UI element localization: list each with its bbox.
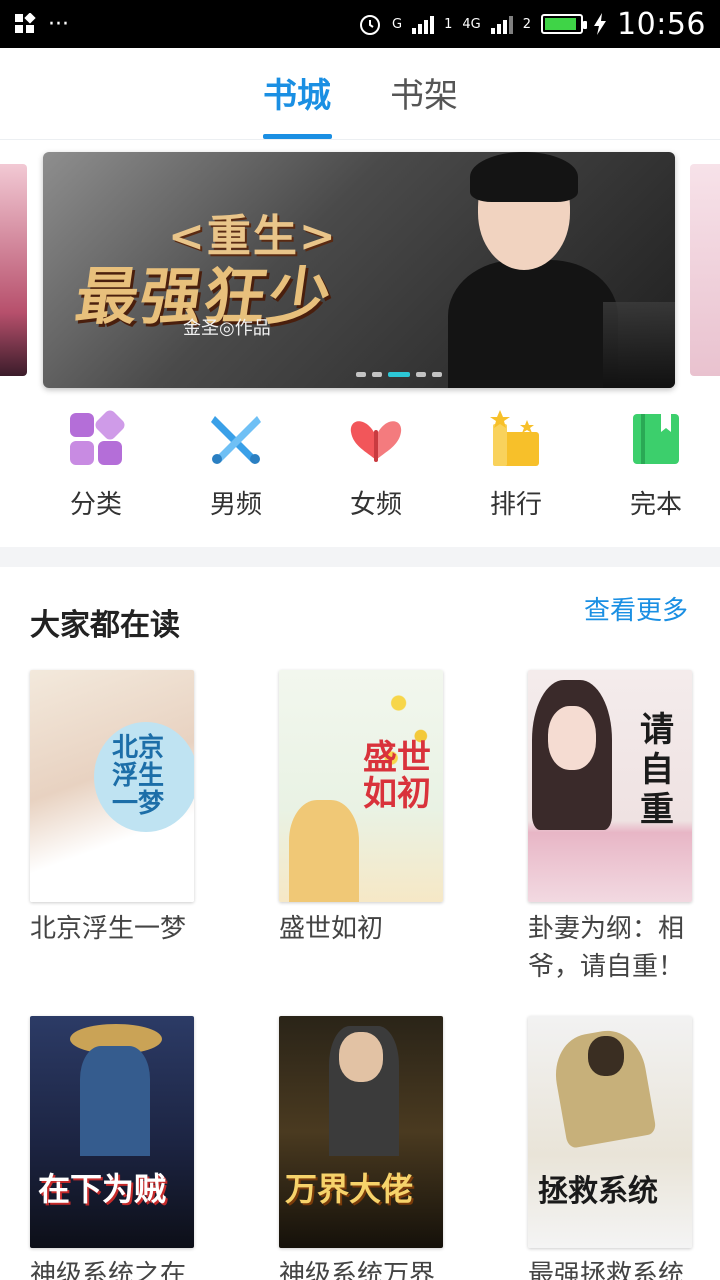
battery-icon [541, 14, 588, 34]
network-type-label: G [392, 16, 403, 32]
carousel-dot[interactable] [432, 372, 442, 377]
book-cover: 北京浮生一梦 [30, 670, 194, 902]
category-ranking[interactable]: 排行 [482, 410, 550, 520]
category-label: 分类 [69, 490, 122, 520]
section-title: 大家都在读 [30, 608, 180, 643]
book-cover: 盛世如初 [279, 670, 443, 902]
section-divider [0, 547, 720, 567]
banner-next-peek[interactable] [690, 164, 720, 376]
category-label: 完本 [629, 490, 682, 520]
ranking-stars-icon [487, 410, 545, 468]
carousel-dot[interactable] [416, 372, 426, 377]
cover-title: 拯救系统 [538, 1174, 658, 1209]
cover-title: 万界大佬 [285, 1170, 414, 1208]
book-card[interactable]: 万界大佬 神级系统万界 [279, 1016, 443, 1280]
category-label: 排行 [489, 490, 542, 520]
book-card[interactable]: 盛世如初 盛世如初 [279, 670, 443, 948]
banner-author: 金圣◎作品 [183, 318, 271, 339]
butterfly-icon [347, 410, 405, 468]
more-dots-icon: ··· [48, 11, 69, 37]
sim2-label: 2 [522, 16, 532, 32]
book-title: 神级系统万界 [279, 1260, 436, 1280]
signal-icon-1 [412, 14, 435, 34]
book-card[interactable]: 在下为贼 神级系统之在 [30, 1016, 194, 1280]
book-cover: 万界大佬 [279, 1016, 443, 1248]
book-card[interactable]: 请自重 卦妻为纲：相爷，请自重！ [528, 670, 692, 986]
cover-title: 北京浮生一梦 [112, 733, 165, 819]
clock: 10:56 [617, 6, 706, 42]
book-title: 神级系统之在 [30, 1260, 187, 1280]
alarm-icon [360, 15, 381, 35]
book-cover: 请自重 [528, 670, 692, 902]
book-title: 北京浮生一梦 [30, 914, 187, 944]
book-title: 最强拯救系统 [528, 1260, 685, 1280]
cover-title: 在下为贼 [38, 1170, 167, 1208]
top-tabs: 书城 书架 [0, 48, 720, 140]
banner-character-illustration [448, 152, 618, 388]
category-male[interactable]: 男频 [202, 410, 270, 520]
active-tab-indicator [263, 134, 332, 139]
category-classify[interactable]: 分类 [62, 410, 130, 520]
banner-previous-peek[interactable] [0, 164, 27, 376]
category-label: 女频 [349, 490, 402, 520]
book-cover: 拯救系统 [528, 1016, 692, 1248]
category-female[interactable]: 女频 [342, 410, 410, 520]
view-more-link[interactable]: 查看更多 [584, 590, 688, 627]
status-bar: ··· G 1 4G 2 10:56 [0, 0, 720, 48]
category-nav: 分类 男频 女频 排行 完本 [0, 410, 720, 520]
signal-icon-2 [490, 14, 513, 34]
carousel-dots [43, 372, 675, 377]
book-complete-icon [627, 410, 685, 468]
tab-bookshelf[interactable]: 书架 [390, 68, 458, 117]
carousel-dot[interactable] [356, 372, 366, 377]
book-title: 卦妻为纲：相爷，请自重！ [528, 914, 685, 982]
book-card[interactable]: 北京浮生一梦 北京浮生一梦 [30, 670, 194, 948]
banner-carousel[interactable]: <重生> 最强狂少 金圣◎作品 [43, 152, 675, 388]
sim1-label: 1 [444, 16, 453, 32]
category-completed[interactable]: 完本 [622, 410, 690, 520]
tab-bookstore[interactable]: 书城 [263, 68, 331, 117]
cover-title: 请自重 [640, 710, 674, 830]
grid-category-icon [67, 410, 125, 468]
charging-bolt-icon [594, 13, 607, 35]
carousel-dot[interactable] [388, 372, 410, 377]
book-cover: 在下为贼 [30, 1016, 194, 1248]
app-grid-icon [15, 13, 36, 33]
cover-title: 盛世如初 [363, 738, 431, 814]
network-4g-label: 4G [462, 16, 481, 32]
carousel-dot[interactable] [372, 372, 382, 377]
book-card[interactable]: 拯救系统 最强拯救系统 [528, 1016, 692, 1280]
category-label: 男频 [209, 490, 262, 520]
book-title: 盛世如初 [279, 914, 384, 944]
crossed-swords-icon [207, 410, 265, 468]
